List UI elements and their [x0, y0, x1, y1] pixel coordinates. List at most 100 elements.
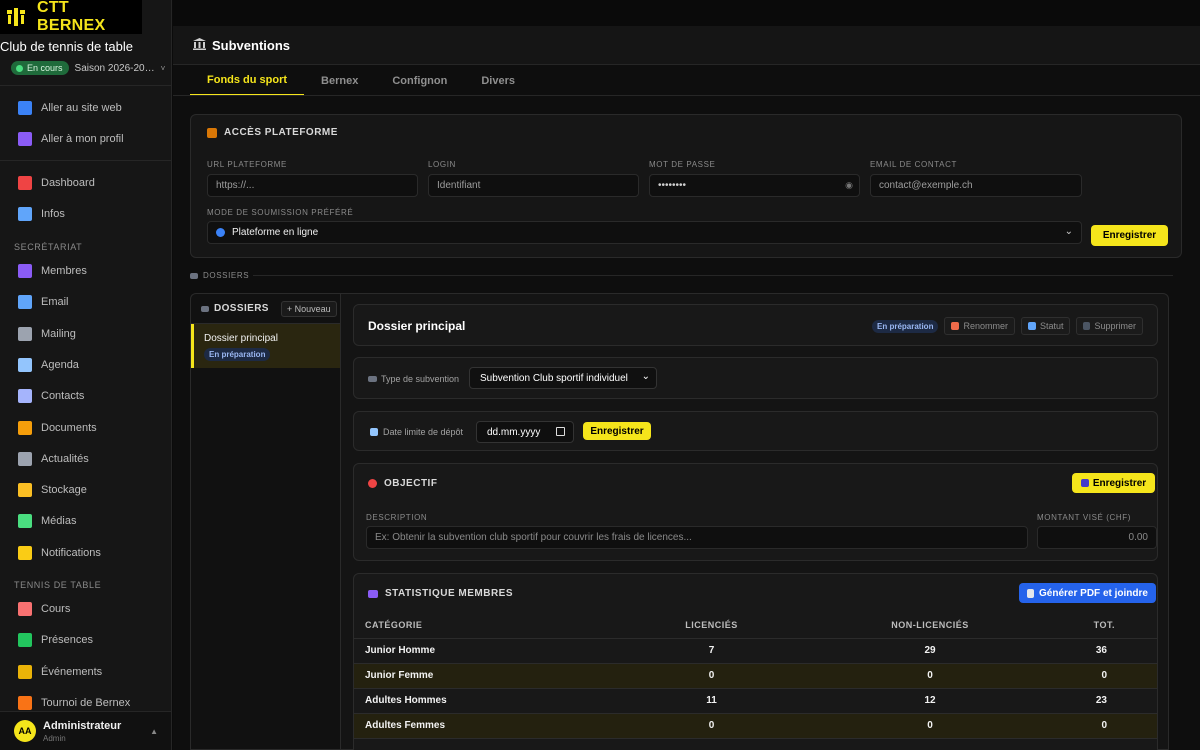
pencil-icon — [951, 322, 960, 330]
brand-name: CTT BERNEX — [37, 0, 106, 34]
users-icon — [18, 264, 32, 278]
deadline-date-input[interactable]: dd.mm.yyyy — [476, 421, 574, 443]
floppy-icon — [1080, 479, 1089, 487]
sidebar-item-email[interactable]: Email — [0, 289, 171, 315]
sidebar-item-agenda[interactable]: Agenda — [0, 352, 171, 378]
calendar-picker-icon[interactable] — [556, 427, 565, 436]
sidebar-item-infos[interactable]: Infos — [0, 201, 171, 227]
login-input[interactable]: Identifiant — [428, 174, 639, 197]
url-input[interactable]: https://... — [207, 174, 418, 197]
user-name: Administrateur — [43, 719, 122, 732]
sidebar-item-label: Dashboard — [41, 177, 95, 189]
table-row: Junior Femme 0 0 0 — [354, 663, 1157, 689]
page-title: Subventions — [212, 37, 291, 53]
sidebar-item-cours[interactable]: Cours — [0, 596, 171, 622]
generate-pdf-button[interactable]: Générer PDF et joindre — [1019, 583, 1156, 603]
section-tennis: TENNIS DE TABLE — [14, 580, 102, 590]
dossier-detail-panel: Dossier principal En préparation Renomme… — [340, 293, 1169, 750]
sidebar-item-dashboard[interactable]: Dashboard — [0, 170, 171, 196]
document-icon — [1027, 588, 1035, 598]
sidebar-item-contacts[interactable]: Contacts — [0, 383, 171, 409]
user-role: Admin — [43, 733, 66, 743]
tab-divers[interactable]: Divers — [464, 65, 532, 96]
sidebar-item-label: Infos — [41, 208, 65, 220]
sidebar-item-membres[interactable]: Membres — [0, 258, 171, 284]
dossiers-list-panel: DOSSIERS + Nouveau Dossier principal En … — [190, 293, 340, 750]
member-stats-card: STATISTIQUE MEMBRES Générer PDF et joind… — [353, 573, 1158, 750]
chevron-down-icon: ˅ — [160, 63, 166, 73]
column-header: TOT. — [1041, 612, 1157, 639]
chevron-down-icon: ⌄ — [1064, 226, 1073, 237]
mode-label: MODE DE SOUMISSION PRÉFÉRÉ — [207, 208, 354, 217]
email-input[interactable]: contact@exemple.ch — [870, 174, 1082, 197]
sidebar-item-aller-mon-profil[interactable]: Aller à mon profil — [0, 126, 171, 152]
sidebar-item--v-nements[interactable]: Événements — [0, 659, 171, 685]
deadline-label: Date limite de dépôt — [383, 427, 464, 437]
globe-icon — [216, 228, 225, 237]
description-label: DESCRIPTION — [366, 513, 428, 522]
calendar-icon — [18, 357, 32, 372]
sidebar-item-label: Cours — [41, 603, 71, 615]
new-dossier-button[interactable]: + Nouveau — [280, 300, 337, 317]
deadline-save-button[interactable]: Enregistrer — [583, 422, 651, 440]
sidebar-item-aller-au-site-web[interactable]: Aller au site web — [0, 95, 171, 121]
clipboard-icon — [18, 602, 32, 616]
amount-input[interactable]: 0.00 — [1037, 526, 1157, 549]
tab-fonds-du-sport[interactable]: Fonds du sport — [190, 65, 305, 96]
rename-button[interactable]: Renommer — [944, 317, 1015, 335]
delete-button[interactable]: Supprimer — [1076, 317, 1143, 335]
sidebar-item-label: Actualités — [41, 452, 89, 465]
trash-icon — [1083, 322, 1091, 330]
sidebar-item-label: Aller au site web — [41, 102, 122, 114]
sidebar-item-label: Présences — [41, 634, 93, 647]
sidebar-item-label: Événements — [41, 665, 103, 678]
status-button[interactable]: Statut — [1020, 317, 1071, 335]
table-row: Adultes Femmes 0 0 0 — [354, 713, 1157, 739]
status-badge: En préparation — [872, 319, 939, 333]
email-label: EMAIL DE CONTACT — [870, 160, 957, 169]
column-header: LICENCIÉS — [604, 612, 819, 639]
folder-icon — [18, 420, 32, 435]
sidebar-item-label: Notifications — [41, 546, 101, 559]
check-icon — [18, 633, 32, 648]
sidebar-item-label: Aller à mon profil — [41, 133, 124, 145]
building-icon — [18, 207, 32, 221]
list-item[interactable]: Dossier principal En préparation — [191, 324, 340, 368]
email-icon — [18, 295, 32, 310]
cell-total: 23 — [1041, 688, 1157, 714]
top-bar — [173, 0, 1200, 26]
type-label: Type de subvention — [381, 374, 460, 384]
tab-bernex[interactable]: Bernex — [304, 65, 375, 96]
password-input[interactable]: •••••••• ◉ — [649, 174, 860, 197]
cell-unlicensed: 29 — [819, 638, 1041, 664]
objective-save-button[interactable]: Enregistrer — [1072, 473, 1155, 493]
storage-icon — [18, 483, 32, 498]
season-selector[interactable]: En cours Saison 2026-20… ˅ — [11, 61, 165, 75]
mailing-icon — [18, 326, 32, 341]
sidebar-item-pr-sences[interactable]: Présences — [0, 627, 171, 653]
cell-licensed: 7 — [604, 638, 819, 664]
season-label: Saison 2026-20… — [74, 62, 155, 74]
description-input[interactable]: Ex: Obtenir la subvention club sportif p… — [366, 526, 1028, 549]
sidebar: CTT BERNEX Club de tennis de table En co… — [0, 0, 172, 750]
sidebar-item-m-dias[interactable]: Médias — [0, 508, 171, 534]
eye-icon[interactable]: ◉ — [845, 180, 853, 191]
tab-confignon[interactable]: Confignon — [375, 65, 464, 96]
cell-unlicensed: 12 — [819, 688, 1041, 714]
sidebar-item-stockage[interactable]: Stockage — [0, 477, 171, 503]
mode-select[interactable]: Plateforme en ligne ⌄ — [207, 221, 1082, 244]
sidebar-item-actualit-s[interactable]: Actualités — [0, 446, 171, 472]
sidebar-item-notifications[interactable]: Notifications — [0, 540, 171, 566]
sidebar-item-label: Membres — [41, 265, 87, 277]
brand-bar[interactable]: CTT BERNEX — [0, 0, 142, 34]
news-icon — [18, 451, 32, 466]
sidebar-item-mailing[interactable]: Mailing — [0, 321, 171, 347]
tab-bar: Fonds du sport Bernex Confignon Divers — [190, 65, 532, 96]
chart-icon — [18, 176, 32, 190]
target-icon — [368, 479, 377, 488]
user-menu[interactable]: AA Administrateur Admin ▲ — [0, 711, 171, 750]
cell-unlicensed: 0 — [819, 713, 1041, 739]
sidebar-item-documents[interactable]: Documents — [0, 415, 171, 441]
platform-save-button[interactable]: Enregistrer — [1091, 225, 1168, 246]
subsidy-type-select[interactable]: Subvention Club sportif individuel ⌄ — [469, 367, 657, 389]
